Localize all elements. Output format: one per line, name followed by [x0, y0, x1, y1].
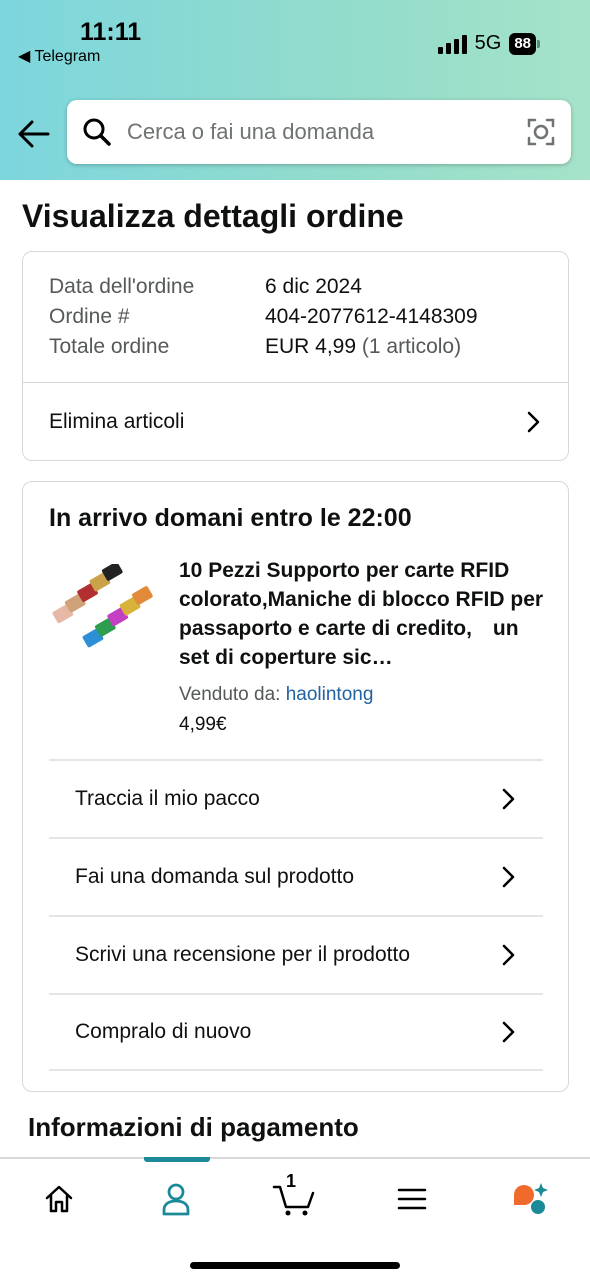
- header: 11:11 ◀ Telegram 5G 88 Cerca o fai una d…: [0, 0, 590, 180]
- menu-tab[interactable]: [382, 1177, 442, 1221]
- action-label: Scrivi una recensione per il prodotto: [75, 943, 411, 966]
- payment-info-heading: Informazioni di pagamento: [28, 1112, 359, 1142]
- arrival-status: In arrivo domani entro le 22:00: [49, 504, 412, 532]
- bottom-tab-bar: 1: [0, 1157, 590, 1280]
- home-indicator: [190, 1262, 400, 1269]
- battery-icon: 88: [509, 32, 540, 55]
- shipment-card: In arrivo domani entro le 22:00 10 Pezzi…: [22, 481, 569, 1092]
- home-tab[interactable]: [29, 1177, 89, 1221]
- back-to-telegram-link[interactable]: ◀ Telegram: [18, 46, 100, 66]
- order-date-value: 6 dic 2024: [265, 275, 362, 298]
- action-label: Compralo di nuovo: [75, 1020, 252, 1043]
- network-type: 5G: [474, 32, 502, 54]
- search-input[interactable]: Cerca o fai una domanda: [127, 119, 511, 145]
- order-number-label: Ordine #: [49, 305, 130, 328]
- order-total: EUR 4,99 (1 articolo): [265, 335, 461, 359]
- active-tab-indicator: [144, 1157, 210, 1162]
- order-item-count: (1 articolo): [361, 335, 462, 358]
- account-tab[interactable]: [146, 1177, 206, 1221]
- delete-items-row[interactable]: Elimina articoli: [23, 383, 568, 461]
- action-label: Traccia il mio pacco: [75, 787, 260, 810]
- action-label: Fai una domanda sul prodotto: [75, 865, 355, 888]
- chevron-right-icon: [502, 866, 515, 888]
- write-review-button[interactable]: Scrivi una recensione per il prodotto: [49, 915, 543, 993]
- chevron-right-icon: [502, 1021, 515, 1043]
- buy-again-button[interactable]: Compralo di nuovo: [49, 993, 543, 1071]
- search-icon: [67, 117, 127, 147]
- product-title-link[interactable]: 10 Pezzi Supporto per carte RFID colorat…: [179, 556, 549, 672]
- search-bar[interactable]: Cerca o fai una domanda: [67, 100, 571, 164]
- home-icon: [45, 1185, 73, 1213]
- battery-level: 88: [509, 32, 536, 55]
- back-arrow-icon[interactable]: [14, 116, 54, 152]
- track-package-button[interactable]: Traccia il mio pacco: [49, 759, 543, 837]
- status-indicators: 5G 88: [437, 32, 540, 55]
- chevron-right-icon: [502, 944, 515, 966]
- seller-info: Venduto da: haolintong: [179, 684, 373, 706]
- chevron-right-icon: [502, 788, 515, 810]
- assistant-icon: [514, 1183, 548, 1214]
- camera-search-icon[interactable]: [511, 117, 571, 147]
- seller-link[interactable]: haolintong: [286, 684, 374, 705]
- cart-count-badge: 1: [286, 1171, 297, 1191]
- delete-items-label: Elimina articoli: [49, 410, 185, 433]
- chevron-right-icon: [527, 411, 540, 433]
- user-icon: [162, 1183, 190, 1216]
- product-image[interactable]: [49, 561, 159, 654]
- order-summary-card: Data dell'ordine 6 dic 2024 Ordine # 404…: [22, 251, 569, 461]
- order-total-value: EUR 4,99: [265, 335, 357, 358]
- page-title: Visualizza dettagli ordine: [22, 198, 404, 234]
- cart-tab[interactable]: 1: [264, 1171, 324, 1221]
- order-total-label: Totale ordine: [49, 335, 170, 358]
- ask-question-button[interactable]: Fai una domanda sul prodotto: [49, 837, 543, 915]
- menu-icon: [397, 1188, 427, 1210]
- order-actions: Traccia il mio pacco Fai una domanda sul…: [49, 759, 543, 1071]
- product-price: 4,99€: [179, 714, 227, 735]
- order-date-label: Data dell'ordine: [49, 275, 195, 298]
- order-number-value: 404-2077612-4148309: [265, 305, 478, 328]
- rufus-assistant-tab[interactable]: [500, 1177, 560, 1221]
- seller-label: Venduto da:: [179, 684, 281, 705]
- signal-icon: [437, 34, 467, 54]
- status-time: 11:11: [80, 18, 142, 46]
